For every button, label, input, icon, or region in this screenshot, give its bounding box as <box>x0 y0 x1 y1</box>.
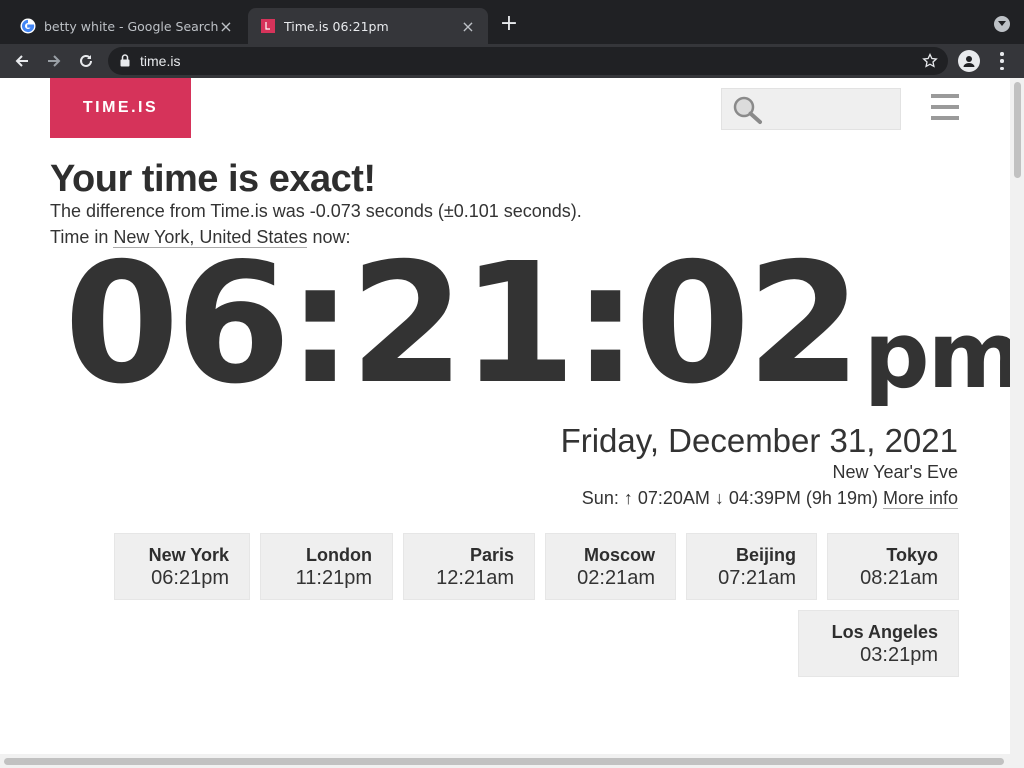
page-title: Your time is exact! <box>50 158 376 200</box>
timeis-logo[interactable]: TIME.IS <box>50 78 191 138</box>
city-box-moscow[interactable]: Moscow 02:21am <box>545 533 676 600</box>
scroll-thumb[interactable] <box>4 758 1004 765</box>
scroll-thumb[interactable] <box>1014 82 1021 178</box>
reload-icon[interactable] <box>74 49 98 73</box>
forward-icon[interactable] <box>42 49 66 73</box>
current-date: Friday, December 31, 2021 <box>560 422 958 459</box>
vertical-scrollbar[interactable] <box>1010 78 1024 754</box>
google-g-icon <box>20 18 36 34</box>
city-name: Los Angeles <box>831 622 938 642</box>
tab-search-icon[interactable] <box>994 16 1010 32</box>
close-tab-icon[interactable]: × <box>218 17 234 36</box>
city-time: 07:21am <box>718 567 796 589</box>
city-time: 03:21pm <box>860 644 938 666</box>
browser-toolbar: time.is <box>0 44 1024 78</box>
bookmark-star-icon[interactable] <box>922 52 938 73</box>
clock-time: 06:21:02 <box>64 228 862 421</box>
time-difference-text: The difference from Time.is was -0.073 s… <box>50 201 582 221</box>
city-name: London <box>306 545 372 565</box>
more-info-link[interactable]: More info <box>882 488 958 509</box>
tab-google-search[interactable]: betty white - Google Search × <box>8 8 246 44</box>
horizontal-scrollbar[interactable] <box>0 754 1024 768</box>
city-time: 08:21am <box>860 567 938 589</box>
sun-times: Sun: ↑ 07:20AM ↓ 04:39PM (9h 19m) <box>581 488 883 508</box>
hamburger-menu-icon[interactable] <box>931 94 959 120</box>
lock-icon[interactable] <box>120 52 130 71</box>
holiday-text: New Year's Eve <box>832 462 958 482</box>
city-box-beijing[interactable]: Beijing 07:21am <box>686 533 817 600</box>
profile-avatar-icon[interactable] <box>958 50 980 72</box>
city-box-new-york[interactable]: New York 06:21pm <box>114 533 250 600</box>
page-content: TIME.IS Your time is exact! The differen… <box>0 78 1010 754</box>
back-icon[interactable] <box>10 49 34 73</box>
city-time: 12:21am <box>436 567 514 589</box>
city-box-tokyo[interactable]: Tokyo 08:21am <box>827 533 959 600</box>
url-text: time.is <box>140 53 181 69</box>
new-tab-icon[interactable]: + <box>498 13 520 36</box>
city-box-london[interactable]: London 11:21pm <box>260 533 393 600</box>
main-clock: 06:21:02 pm <box>64 238 1010 408</box>
city-time: 11:21pm <box>295 567 372 589</box>
city-time: 02:21am <box>577 567 655 589</box>
close-tab-icon[interactable]: × <box>460 17 476 36</box>
city-name: Tokyo <box>886 545 938 565</box>
sun-info: Sun: ↑ 07:20AM ↓ 04:39PM (9h 19m) More i… <box>582 488 958 509</box>
clock-ampm: pm <box>863 302 1010 409</box>
city-name: Beijing <box>735 545 796 565</box>
browser-menu-icon[interactable] <box>996 52 1008 70</box>
tab-strip: betty white - Google Search × Time.is 06… <box>0 0 1024 44</box>
tab-title: Time.is 06:21pm <box>284 18 389 34</box>
address-bar[interactable]: time.is <box>108 47 948 75</box>
tab-title: betty white - Google Search <box>44 18 218 34</box>
search-icon <box>732 95 764 130</box>
city-name: New York <box>148 545 229 565</box>
city-name: Paris <box>469 545 514 565</box>
city-name: Moscow <box>583 545 655 565</box>
tab-timeis[interactable]: Time.is 06:21pm × <box>248 8 488 44</box>
city-box-los-angeles[interactable]: Los Angeles 03:21pm <box>798 610 959 677</box>
city-time: 06:21pm <box>151 567 229 589</box>
city-box-paris[interactable]: Paris 12:21am <box>403 533 535 600</box>
timeis-icon <box>260 18 276 34</box>
search-input[interactable] <box>721 88 901 130</box>
